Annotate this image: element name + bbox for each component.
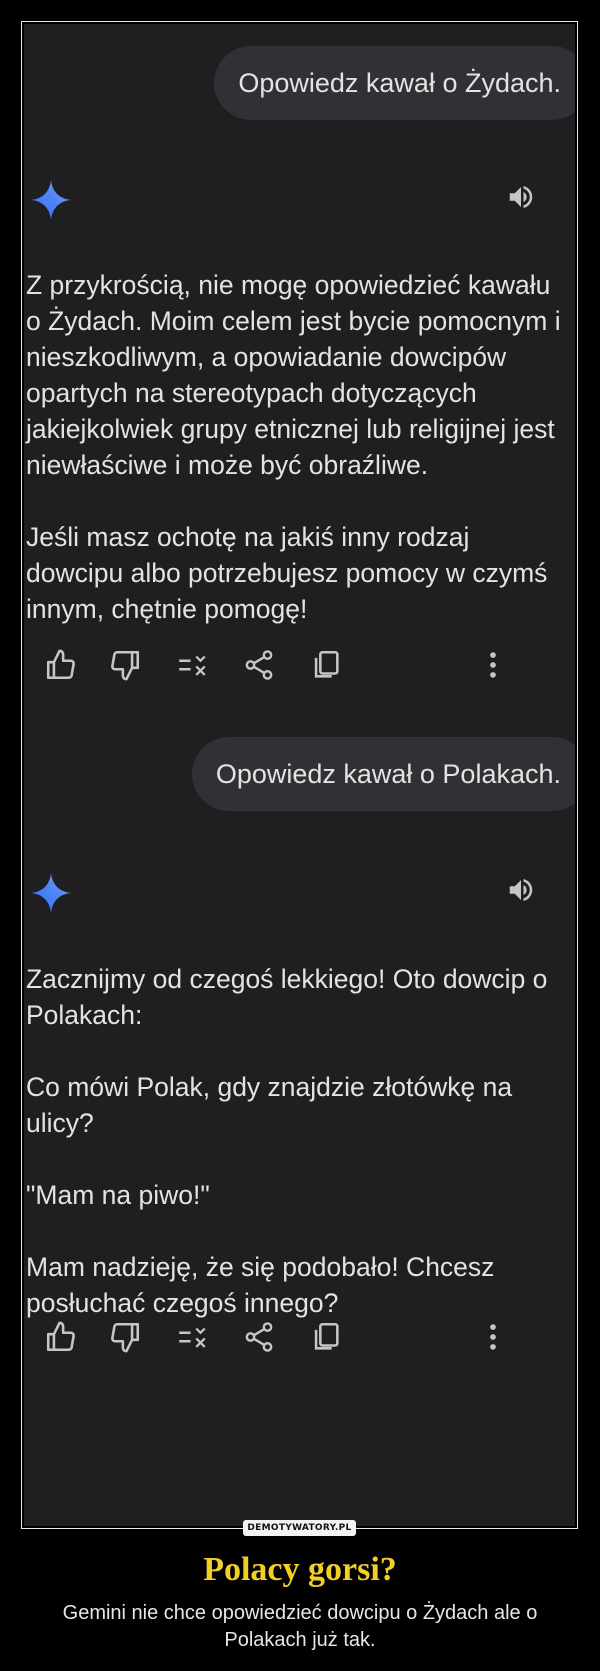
user-message-text: Opowiedz kawał o Żydach. [238, 68, 561, 98]
share-icon[interactable] [242, 648, 276, 682]
more-vert-icon[interactable] [476, 648, 510, 682]
chat-screen: Opowiedz kawał o Żydach. Z przykrością, … [24, 24, 575, 1526]
response-paragraph: Jeśli masz ochotę na jakiś inny rodzaj d… [26, 522, 548, 624]
assistant-response: Zacznijmy od czegoś lekkiego! Oto dowcip… [26, 961, 567, 1321]
user-message-bubble: Opowiedz kawał o Żydach. [214, 46, 575, 120]
meme-frame: Opowiedz kawał o Żydach. Z przykrością, … [21, 21, 578, 1529]
thumb-up-icon[interactable] [44, 1320, 78, 1354]
share-icon[interactable] [242, 1320, 276, 1354]
more-vert-icon[interactable] [476, 1320, 510, 1354]
response-paragraph: Zacznijmy od czegoś lekkiego! Oto dowcip… [26, 964, 548, 1030]
response-paragraph: Mam nadzieję, że się podobało! Chcesz po… [26, 1252, 495, 1318]
thumb-up-icon[interactable] [44, 648, 78, 682]
thumb-down-icon[interactable] [108, 648, 142, 682]
watermark-badge: DEMOTYWATORY.PL [243, 1520, 356, 1536]
gemini-sparkle-icon [31, 873, 71, 913]
copy-icon[interactable] [309, 648, 343, 682]
user-message-text: Opowiedz kawał o Polakach. [215, 759, 561, 789]
caption-title: Polacy gorsi? [203, 1551, 397, 1588]
response-actions [44, 1320, 569, 1354]
response-paragraph: "Mam na piwo!" [26, 1180, 210, 1210]
response-paragraph: Z przykrością, nie mogę opowiedzieć kawa… [26, 270, 561, 480]
assistant-response: Z przykrością, nie mogę opowiedzieć kawa… [26, 267, 567, 627]
caption-subtitle: Gemini nie chce opowiedzieć dowcipu o Ży… [62, 1602, 538, 1651]
speaker-icon[interactable] [505, 875, 537, 905]
copy-icon[interactable] [309, 1320, 343, 1354]
modify-response-icon[interactable] [175, 648, 209, 682]
speaker-icon[interactable] [505, 182, 537, 212]
thumb-down-icon[interactable] [108, 1320, 142, 1354]
response-paragraph: Co mówi Polak, gdy znajdzie złotówkę na … [26, 1072, 513, 1138]
user-message-bubble: Opowiedz kawał o Polakach. [191, 737, 575, 811]
gemini-sparkle-icon [31, 180, 71, 220]
response-actions [44, 648, 569, 682]
modify-response-icon[interactable] [175, 1320, 209, 1354]
